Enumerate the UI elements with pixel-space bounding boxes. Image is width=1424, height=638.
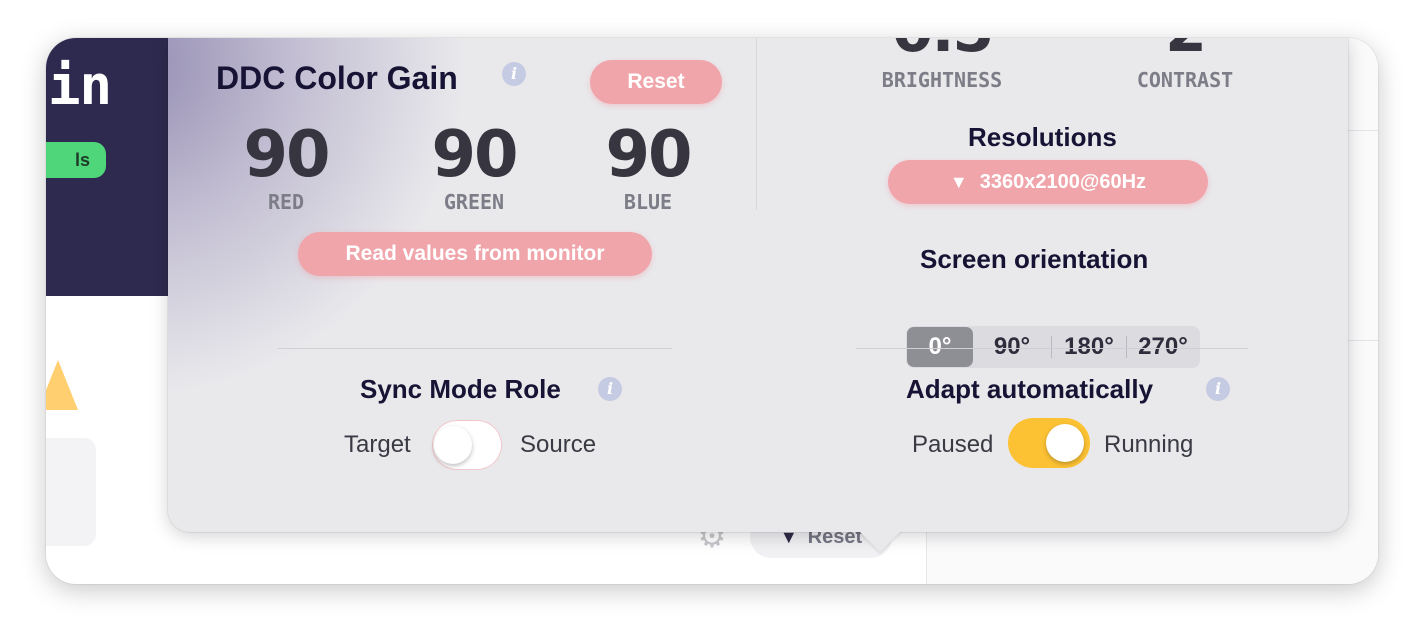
sync-source-label: Source <box>520 431 597 458</box>
resolution-dropdown[interactable]: ▼ 3360x2100@60Hz <box>888 160 1208 204</box>
sync-mode-title: Sync Mode Role <box>360 374 561 404</box>
toggle-knob <box>1046 424 1084 462</box>
adapt-running-label: Running <box>1104 431 1194 458</box>
section-divider <box>856 348 1248 349</box>
blue-label: BLUE <box>623 190 673 214</box>
read-values-button[interactable]: Read values from monitor <box>298 232 652 276</box>
app-title-fragment: in <box>48 54 112 117</box>
toggle-knob <box>434 426 472 464</box>
orientation-segmented-control: 0° 90° 180° 270° <box>906 326 1200 368</box>
red-value[interactable]: 90 <box>226 118 346 192</box>
brightness-value[interactable]: 0.5 <box>880 38 1004 66</box>
section-divider <box>278 348 672 349</box>
resolutions-title: Resolutions <box>968 122 1117 152</box>
warning-triangle-icon <box>46 360 78 410</box>
status-pill[interactable]: ls <box>46 142 106 178</box>
green-value[interactable]: 90 <box>414 118 534 192</box>
color-gain-info-icon[interactable]: i <box>502 62 526 86</box>
orientation-90[interactable]: 90° <box>973 327 1051 367</box>
adapt-toggle[interactable] <box>1008 418 1090 468</box>
brightness-label: BRIGHTNESS <box>881 68 1003 92</box>
color-gain-title: DDC Color Gain <box>216 60 458 96</box>
red-label: RED <box>267 190 305 214</box>
app-window: in ls ⚙ ▼ Reset DDC Color Gain i Reset 9… <box>46 38 1378 584</box>
orientation-180[interactable]: 180° <box>1052 327 1126 367</box>
orientation-0[interactable]: 0° <box>907 327 973 367</box>
contrast-value[interactable]: 2 <box>1128 38 1242 66</box>
color-gain-reset-button[interactable]: Reset <box>590 60 722 104</box>
sync-mode-info-icon[interactable]: i <box>598 377 622 401</box>
contrast-label: CONTRAST <box>1136 68 1234 92</box>
resolution-value: 3360x2100@60Hz <box>979 170 1147 193</box>
orientation-270[interactable]: 270° <box>1127 327 1199 367</box>
adapt-info-icon[interactable]: i <box>1206 377 1230 401</box>
blue-value[interactable]: 90 <box>588 118 708 192</box>
adapt-title: Adapt automatically <box>906 374 1154 404</box>
sync-target-label: Target <box>344 431 411 458</box>
background-card <box>46 438 96 546</box>
display-settings-popover: DDC Color Gain i Reset 90 RED 90 GREEN 9… <box>168 38 1348 532</box>
adapt-paused-label: Paused <box>912 431 994 458</box>
green-label: GREEN <box>443 190 505 214</box>
triangle-down-icon: ▼ <box>949 171 968 192</box>
popover-pointer <box>858 530 902 552</box>
orientation-title: Screen orientation <box>920 244 1149 274</box>
sync-mode-toggle[interactable] <box>432 420 502 470</box>
column-divider <box>756 38 757 210</box>
